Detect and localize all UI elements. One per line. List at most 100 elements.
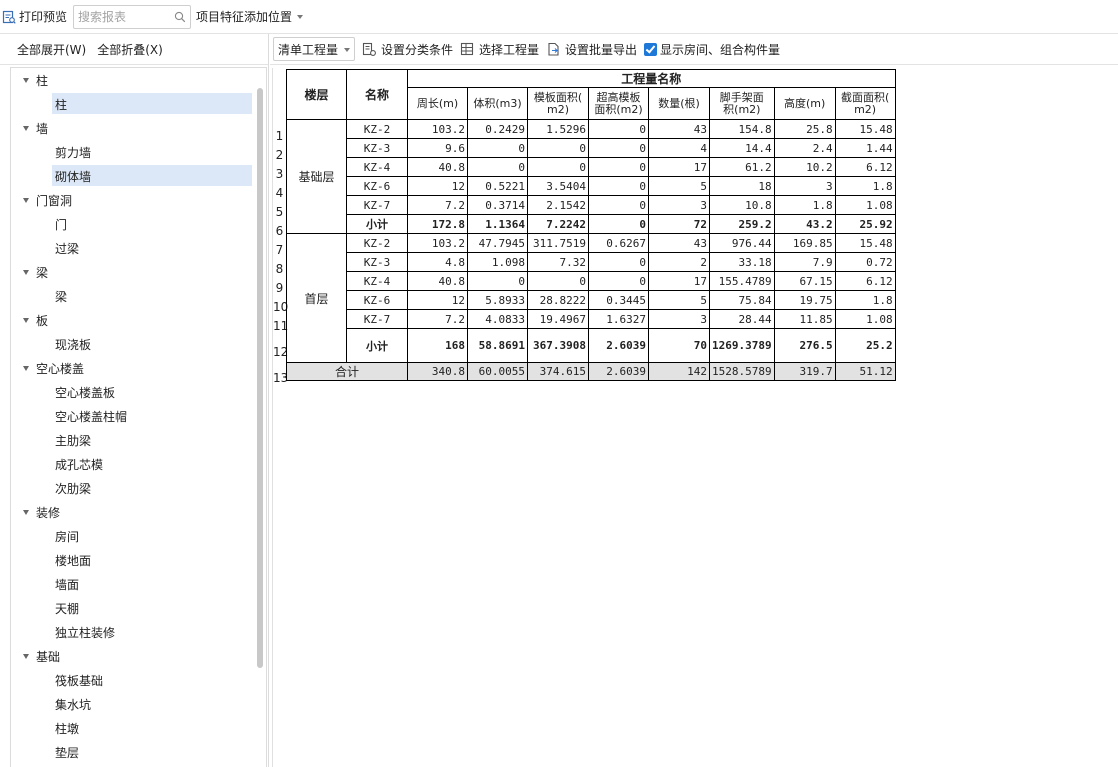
subtotal-row[interactable]: 小计 172.8 1.1364 7.2242 0 72 259.2 43.2 25.92 xyxy=(287,214,896,234)
table-row[interactable]: KZ-3 4.8 1.098 7.32 0 2 33.18 7.9 0.72 xyxy=(287,252,896,272)
table-row[interactable]: KZ-4 40.8 0 0 0 17 61.2 10.2 6.12 xyxy=(287,157,896,177)
table-row[interactable]: KZ-6 12 0.5221 3.5404 0 5 18 3 1.8 xyxy=(287,176,896,196)
show-rooms-checkbox[interactable]: 显示房间、组合构件量 xyxy=(644,41,780,58)
search-input[interactable] xyxy=(78,9,175,24)
tree-scrollbar[interactable] xyxy=(257,88,263,668)
subtotal-row[interactable]: 小计 168 58.8691 367.3908 2.6039 70 1269.3789 276… xyxy=(287,328,896,363)
tree-category[interactable]: 空心楼盖 xyxy=(11,356,266,380)
table-row[interactable]: 首层 KZ-2 103.2 47.7945 311.7519 0.6267 43 976.44… xyxy=(286,233,896,363)
expand-arrow-icon[interactable] xyxy=(23,365,29,371)
print-preview-button[interactable]: 打印预览 xyxy=(0,0,67,34)
tree-item-label: 墙面 xyxy=(55,577,80,592)
row-number: 13 xyxy=(273,371,289,385)
table-row[interactable]: KZ-7 7.2 0.3714 2.1542 0 3 10.8 1.8 1.08 xyxy=(287,195,896,215)
value-cell: 6.12 xyxy=(834,271,896,291)
expand-arrow-icon[interactable] xyxy=(23,509,29,515)
row-number: 9 xyxy=(275,281,284,295)
total-value-cell: 60.0055 xyxy=(467,362,528,381)
tree-item[interactable]: 门 xyxy=(11,212,266,236)
batch-export-button[interactable]: 设置批量导出 xyxy=(546,41,637,58)
tree-item[interactable]: 筏板基础 xyxy=(11,668,266,692)
table-row[interactable]: KZ-6 12 5.8933 28.8222 0.3445 5 75.84 19.75 1.8 xyxy=(287,290,896,310)
tree-item[interactable]: 墙面 xyxy=(11,572,266,596)
value-cell: 3 xyxy=(648,195,710,215)
expand-arrow-icon[interactable] xyxy=(23,269,29,275)
column-header-line: 面积(m2) xyxy=(594,102,643,116)
quantity-type-select[interactable]: 清单工程量 xyxy=(273,37,355,61)
tree-item[interactable]: 柱 xyxy=(11,92,266,116)
value-cell: 67.15 xyxy=(773,271,836,291)
tree-item[interactable]: 柱墩 xyxy=(11,716,266,740)
tree-item[interactable]: 砌体墙 xyxy=(11,164,266,188)
tree-item[interactable]: 空心楼盖板 xyxy=(11,380,266,404)
table-row[interactable]: KZ-7 7.2 4.0833 19.4967 1.6327 3 28.44 11.85 1.0… xyxy=(287,309,896,329)
value-cell: 0 xyxy=(527,157,589,177)
value-cell: 169.85 xyxy=(773,233,836,253)
floor-cell: 首层 xyxy=(286,233,347,363)
value-cell: 0 xyxy=(588,214,649,234)
table-row[interactable]: KZ-3 9.6 0 0 0 4 14.4 2.4 1.44 xyxy=(287,138,896,158)
tree-category-label: 空心楼盖 xyxy=(36,361,85,376)
tree-category[interactable]: 板 xyxy=(11,308,266,332)
total-row[interactable]: 合计 340.8 60.0055 374.615 2.6039 142 1528.5789 3… xyxy=(286,362,896,381)
value-cell: 1.08 xyxy=(834,195,896,215)
tree-item[interactable]: 垫层 xyxy=(11,740,266,764)
expand-arrow-icon[interactable] xyxy=(23,653,29,659)
tree-item[interactable]: 过梁 xyxy=(11,236,266,260)
tree-item[interactable]: 独立柱装修 xyxy=(11,620,266,644)
tree-item[interactable]: 天棚 xyxy=(11,596,266,620)
tree-item[interactable]: 现浇板 xyxy=(11,332,266,356)
chevron-down-icon xyxy=(297,15,304,19)
tree-category-label: 装修 xyxy=(36,505,61,520)
column-header-line: m2) xyxy=(546,102,569,116)
tree-category[interactable]: 门窗洞 xyxy=(11,188,266,212)
expand-arrow-icon[interactable] xyxy=(23,197,29,203)
chevron-down-icon xyxy=(344,47,351,52)
value-cell: 40.8 xyxy=(407,271,468,291)
tree-item[interactable]: 次肋梁 xyxy=(11,476,266,500)
value-cell: 28.44 xyxy=(709,309,775,329)
expand-arrow-icon[interactable] xyxy=(23,125,29,131)
value-cell: 3 xyxy=(773,176,836,196)
tree-item[interactable]: 主肋梁 xyxy=(11,428,266,452)
tree-item-label: 过梁 xyxy=(55,241,80,256)
value-cell: 103.2 xyxy=(407,119,468,139)
search-icon[interactable] xyxy=(174,11,186,23)
total-value-cell: 51.12 xyxy=(834,362,896,381)
tree-item[interactable]: 楼地面 xyxy=(11,548,266,572)
select-quantity-button[interactable]: 选择工程量 xyxy=(460,41,539,58)
tree-item[interactable]: 成孔芯模 xyxy=(11,452,266,476)
tree-item[interactable]: 空心楼盖柱帽 xyxy=(11,404,266,428)
tree-item[interactable]: 房间 xyxy=(11,524,266,548)
tree-category[interactable]: 墙 xyxy=(11,116,266,140)
table-row[interactable]: KZ-4 40.8 0 0 0 17 155.4789 67.15 6.12 xyxy=(287,271,896,291)
tree-category[interactable]: 基础 xyxy=(11,644,266,668)
panel-divider[interactable] xyxy=(268,34,269,767)
feature-position-label: 项目特征添加位置 xyxy=(196,10,293,24)
value-cell: 2.6039 xyxy=(588,328,649,363)
tree-item[interactable]: 集水坑 xyxy=(11,692,266,716)
subtotal-label: 小计 xyxy=(346,328,408,363)
tree-item-label: 门 xyxy=(55,217,68,232)
row-number: 3 xyxy=(275,167,284,181)
tree-category[interactable]: 梁 xyxy=(11,260,266,284)
tree-item[interactable]: 剪力墙 xyxy=(11,140,266,164)
column-header-line: 体积(m3) xyxy=(473,96,522,110)
value-cell: 976.44 xyxy=(709,233,775,253)
expand-arrow-icon[interactable] xyxy=(23,317,29,323)
table-row[interactable]: 基础层 KZ-2 103.2 0.2429 1.5296 0 43 154.8 25.8 15.4… xyxy=(286,119,896,234)
value-cell: 70 xyxy=(648,328,710,363)
tree-category[interactable]: 柱 xyxy=(11,68,266,92)
expand-arrow-icon[interactable] xyxy=(23,77,29,83)
tree-item-label: 梁 xyxy=(55,289,68,304)
value-cell: 3 xyxy=(648,309,710,329)
value-cell: 75.84 xyxy=(709,290,775,310)
expand-all-button[interactable]: 全部展开(W) xyxy=(17,41,86,58)
value-cell: 4.8 xyxy=(407,252,468,272)
collapse-all-button[interactable]: 全部折叠(X) xyxy=(97,41,163,58)
tree-category[interactable]: 装修 xyxy=(11,500,266,524)
set-classify-button[interactable]: 设置分类条件 xyxy=(362,41,453,58)
component-name-cell: KZ-2 xyxy=(346,233,408,253)
tree-item[interactable]: 梁 xyxy=(11,284,266,308)
feature-position-dropdown[interactable]: 项目特征添加位置 xyxy=(196,8,304,25)
